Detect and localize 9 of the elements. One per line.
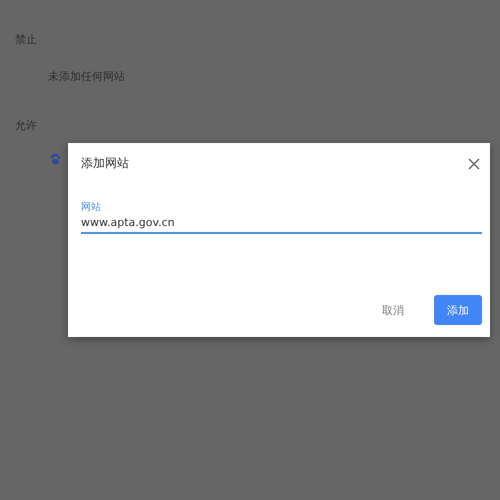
section-heading: 禁止 [15,32,38,47]
close-button[interactable] [466,156,482,172]
dialog-title: 添加网站 [81,155,129,172]
cancel-button[interactable]: 取消 [370,295,416,325]
field-label: 网站 [81,200,102,214]
empty-message: 未添加任何网站 [48,69,126,84]
add-button[interactable]: 添加 [434,295,482,325]
paw-icon [49,153,61,165]
section-heading: 允许 [15,118,38,133]
